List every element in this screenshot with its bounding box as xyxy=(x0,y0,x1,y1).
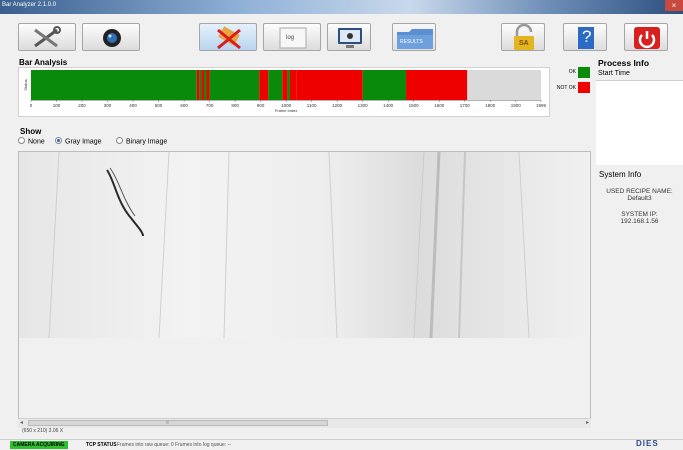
scroll-right-icon[interactable]: ▸ xyxy=(586,419,589,426)
status-segment-0 xyxy=(31,70,197,100)
monitor-button[interactable] xyxy=(327,23,371,51)
scroll-grip: ||| xyxy=(166,419,170,424)
log-label: log xyxy=(286,35,295,41)
x-tick-label-7: 700 xyxy=(206,103,214,108)
system-info-title: System Info xyxy=(599,170,642,179)
image-info: (650 x 210) 3.06 X xyxy=(22,428,64,434)
status-segment-9 xyxy=(282,70,288,100)
ip-label: SYSTEM IP: xyxy=(621,211,658,218)
x-tick-label-4: 400 xyxy=(129,103,137,108)
bar-analysis-title: Bar Analysis xyxy=(19,58,68,67)
x-tick-label-9: 900 xyxy=(257,103,265,108)
image-viewer[interactable] xyxy=(18,151,591,427)
status-segment-1 xyxy=(196,70,200,100)
brush-cross-icon xyxy=(217,26,241,50)
status-segment-12 xyxy=(296,70,363,100)
bar-analysis-chart: Status 0 100 200 300 400 500 600 700 800 900 1000 1… xyxy=(23,70,547,113)
radio-none[interactable]: None xyxy=(18,137,45,145)
status-segment-3 xyxy=(201,70,204,100)
recipe-label: USED RECIPE NAME: xyxy=(606,188,673,195)
padlock-icon xyxy=(514,24,534,50)
radio-gray-image[interactable]: Gray Image xyxy=(55,137,102,145)
help-button[interactable]: ? xyxy=(563,23,607,51)
title-bar: Bar Analyzer 2.1.0.0 × xyxy=(0,0,683,14)
x-axis-label: Frame Index xyxy=(275,108,297,113)
x-tick-label-8: 800 xyxy=(231,103,239,108)
scroll-left-icon[interactable]: ◂ xyxy=(20,419,23,426)
lock-button[interactable]: SA xyxy=(501,23,545,51)
legend-not-ok-swatch xyxy=(578,82,590,93)
start-time-label: Start Time xyxy=(598,70,630,77)
brand-logo: DIES xyxy=(636,439,659,448)
status-segment-13 xyxy=(362,70,407,100)
x-tick-label-11: 1100 xyxy=(307,103,317,108)
legend-ok-swatch xyxy=(578,67,590,78)
x-tick-label-0: 0 xyxy=(30,103,33,108)
status-message: Frames into raw queue: 0 Frames into log… xyxy=(117,442,231,448)
process-info-title: Process Info xyxy=(598,58,650,68)
status-segment-14 xyxy=(406,70,468,100)
status-segment-7 xyxy=(259,70,269,100)
legend-not-ok-label: NOT OK xyxy=(556,85,576,91)
status-bar: CAMERA ACQUIRING TCP STATUS Frames into … xyxy=(0,439,683,450)
x-tick-label-16: 1600 xyxy=(434,103,445,108)
y-axis-label: Status xyxy=(23,79,28,90)
x-tick-label-6: 600 xyxy=(180,103,188,108)
status-segment-11 xyxy=(289,70,297,100)
window-close-button[interactable]: × xyxy=(665,0,683,11)
x-tick-label-18: 1800 xyxy=(485,103,496,108)
x-tick-label-12: 1200 xyxy=(332,103,343,108)
process-info-box xyxy=(596,80,683,165)
show-title: Show xyxy=(20,127,42,136)
status-segment-8 xyxy=(268,70,283,100)
tcp-status: TCP STATUS xyxy=(86,442,117,448)
status-segment-2 xyxy=(199,70,202,100)
x-tick-label-20: 1999 xyxy=(536,103,547,108)
camera-icon xyxy=(103,29,121,47)
bar-analysis-panel: Status 0 100 200 300 400 500 600 700 800 900 1000 1… xyxy=(18,67,550,117)
x-tick-label-19: 1900 xyxy=(511,103,522,108)
system-info: USED RECIPE NAME: Default3 SYSTEM IP: 19… xyxy=(596,188,683,225)
status-segment-5 xyxy=(206,70,210,100)
monitor-icon xyxy=(338,28,362,48)
x-tick-label-1: 100 xyxy=(53,103,61,108)
camera-button[interactable] xyxy=(82,23,140,51)
ip-value: 192.168.1.56 xyxy=(620,218,659,225)
log-button[interactable]: log xyxy=(263,23,321,51)
horizontal-scrollbar[interactable]: ◂ ||| ▸ xyxy=(18,418,591,428)
x-tick-label-17: 1700 xyxy=(460,103,471,108)
x-tick-label-13: 1300 xyxy=(358,103,369,108)
camera-status-badge: CAMERA ACQUIRING xyxy=(10,441,68,449)
x-tick-label-2: 200 xyxy=(78,103,86,108)
status-segment-10 xyxy=(287,70,290,100)
power-icon xyxy=(634,27,660,49)
recipe-value: Default3 xyxy=(627,195,652,202)
help-label: ? xyxy=(582,27,592,46)
gray-image xyxy=(19,152,590,339)
legend-ok-label: OK xyxy=(568,69,576,75)
power-button[interactable] xyxy=(624,23,668,51)
results-label: RESULTS xyxy=(400,39,423,45)
scroll-thumb[interactable] xyxy=(28,420,328,426)
settings-button[interactable] xyxy=(18,23,76,51)
status-segment-15 xyxy=(467,70,541,100)
clear-button[interactable] xyxy=(199,23,257,51)
results-button[interactable]: RESULTS xyxy=(392,23,436,51)
lock-label: SA xyxy=(519,40,529,47)
x-tick-label-5: 500 xyxy=(155,103,163,108)
status-segment-6 xyxy=(209,70,260,100)
folder-icon xyxy=(397,29,433,49)
status-segment-4 xyxy=(203,70,207,100)
tools-icon xyxy=(34,26,61,48)
x-tick-label-14: 1400 xyxy=(383,103,394,108)
radio-binary-image[interactable]: Binary Image xyxy=(116,137,167,145)
x-tick-label-15: 1500 xyxy=(409,103,420,108)
window-title: Bar Analyzer 2.1.0.0 xyxy=(2,2,57,8)
x-tick-label-3: 300 xyxy=(104,103,112,108)
